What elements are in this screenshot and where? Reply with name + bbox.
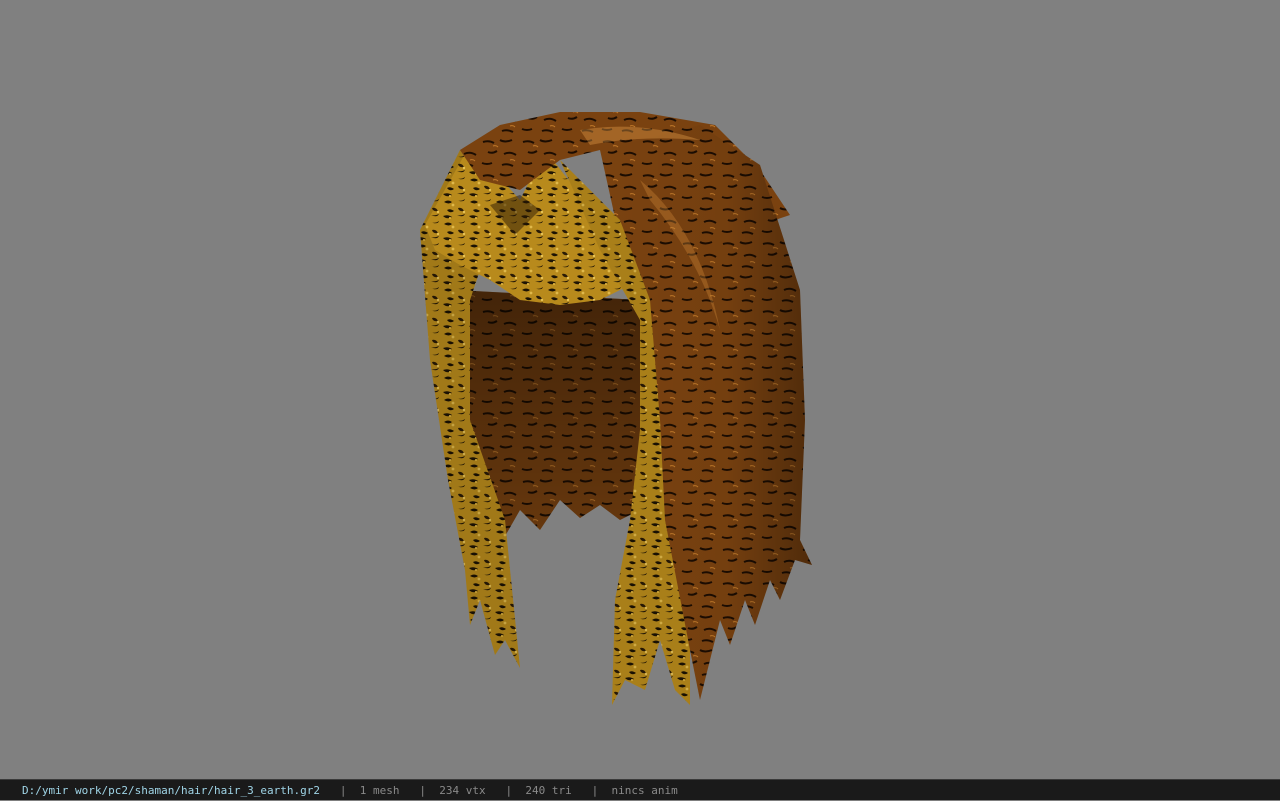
status-separator: | <box>320 783 360 797</box>
status-separator: | <box>399 783 440 797</box>
mesh-count-label: 1 mesh <box>359 783 400 797</box>
file-path-label: D:/ymir work/pc2/shaman/hair/hair_3_eart… <box>22 783 321 797</box>
triangle-count-label: 240 tri <box>525 783 572 797</box>
3d-viewport[interactable] <box>0 0 1280 779</box>
status-separator: | <box>571 783 612 797</box>
animation-status-label: nincs anim <box>611 783 678 797</box>
status-separator: | <box>485 783 526 797</box>
status-bar: D:/ymir work/pc2/shaman/hair/hair_3_eart… <box>0 779 1280 800</box>
vertex-count-label: 234 vtx <box>439 783 486 797</box>
hair-model-render <box>420 112 812 705</box>
